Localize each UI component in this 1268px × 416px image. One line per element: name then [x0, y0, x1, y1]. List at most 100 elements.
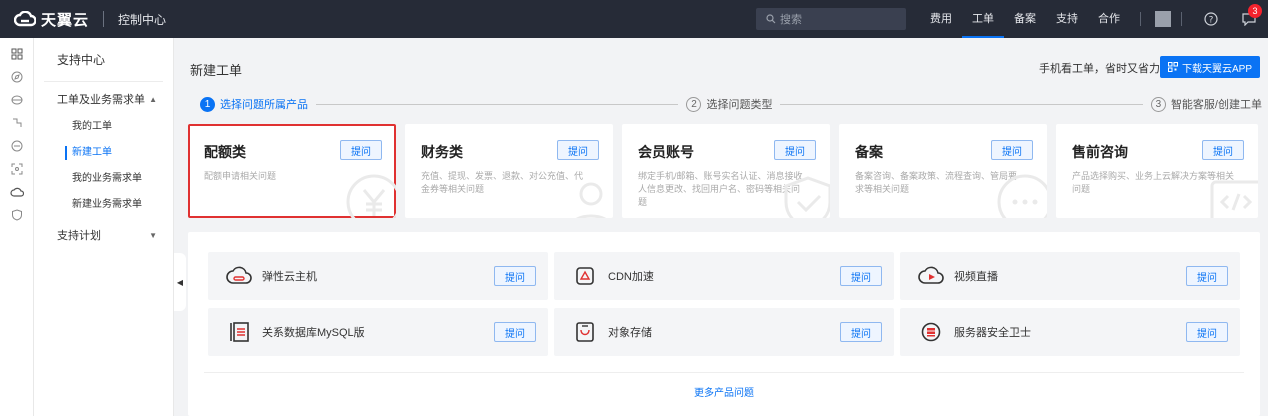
nav-fees[interactable]: 费用 [920, 0, 962, 38]
step-number: 3 [1150, 96, 1166, 112]
more-products-link[interactable]: 更多产品问题 [188, 384, 1260, 399]
nav-divider [1181, 12, 1182, 26]
sidebar-group-label: 支持计划 [57, 230, 101, 242]
cloud-host-icon [226, 266, 252, 284]
database-icon [230, 322, 249, 342]
product-item-live[interactable]: 视频直播 提问 [900, 252, 1240, 300]
yen-icon [346, 174, 396, 218]
nav-support[interactable]: 支持 [1046, 0, 1088, 38]
logo-divider [103, 11, 105, 27]
step-label: 智能客服/创建工单 [1170, 99, 1262, 111]
sidebar-group-support-plan[interactable]: 支持计划 ▼ [34, 220, 173, 250]
avatar[interactable] [1155, 11, 1171, 27]
sidebar-item-my-tickets[interactable]: 我的工单 [34, 114, 173, 140]
product-name: 关系数据库MySQL版 [262, 327, 365, 339]
icon-rail [0, 38, 34, 416]
rail-item-security[interactable] [0, 203, 34, 226]
shield-icon [12, 208, 22, 221]
object-storage-icon [576, 322, 594, 342]
product-panel: 弹性云主机 提问 CDN加速 提问 视频直播 提问 关系数据库MySQL版 提问… [188, 232, 1260, 416]
step-1: 1 选择问题所属产品 [200, 96, 308, 112]
user-icon [576, 182, 606, 218]
ask-button[interactable]: 提问 [1186, 322, 1228, 342]
rail-item-cloud[interactable] [0, 180, 34, 203]
app-tip: 手机看工单，省时又省力 [1039, 63, 1160, 75]
ask-button[interactable]: 提问 [494, 266, 536, 286]
sidebar: 支持中心 工单及业务需求单 ▲ 我的工单 新建工单 我的业务需求单 新建业务需求… [34, 38, 174, 416]
category-title: 备案 [855, 144, 883, 160]
category-card-quota[interactable]: 配额类 配额申请相关问题 提问 [188, 124, 396, 218]
category-title: 会员账号 [638, 144, 694, 160]
product-name: 服务器安全卫士 [954, 327, 1031, 339]
sidebar-item-new-request[interactable]: 新建业务需求单 [34, 192, 173, 218]
ask-button[interactable]: 提问 [494, 322, 536, 342]
ask-button[interactable]: 提问 [991, 140, 1033, 160]
product-item-cdn[interactable]: CDN加速 提问 [554, 252, 894, 300]
cloud-icon [10, 187, 24, 197]
qr-code-icon [1167, 62, 1178, 72]
product-name: 对象存储 [608, 327, 652, 339]
product-name: 弹性云主机 [262, 271, 317, 283]
step-3: 3 智能客服/创建工单 [1150, 96, 1262, 112]
rail-item-monitor[interactable] [0, 134, 34, 157]
disk-icon [11, 95, 23, 104]
ask-button[interactable]: 提问 [340, 140, 382, 160]
ask-button[interactable]: 提问 [1186, 266, 1228, 286]
ask-button[interactable]: 提问 [557, 140, 599, 160]
top-bar: 天翼云 控制中心 搜索 费用 工单 备案 支持 合作 ? 3 [0, 0, 1268, 38]
step-label: 选择问题类型 [706, 99, 773, 111]
sidebar-item-my-requests[interactable]: 我的业务需求单 [34, 166, 173, 192]
server-security-icon [921, 322, 941, 342]
scan-icon [11, 163, 23, 174]
ask-button[interactable]: 提问 [1202, 140, 1244, 160]
product-name: CDN加速 [608, 271, 654, 283]
brand-name: 天翼云 [41, 11, 90, 29]
ask-button[interactable]: 提问 [840, 322, 882, 342]
category-card-filing[interactable]: 备案 备案咨询、备案政策、流程查询、管局要求等相关问题 提问 [839, 124, 1047, 218]
product-item-mysql[interactable]: 关系数据库MySQL版 提问 [208, 308, 548, 356]
brand-logo[interactable]: 天翼云 控制中心 [0, 0, 166, 38]
ask-button[interactable]: 提问 [840, 266, 882, 286]
step-indicator: 1 选择问题所属产品 2 选择问题类型 3 智能客服/创建工单 [200, 94, 1262, 114]
rail-item-network[interactable] [0, 111, 34, 134]
sidebar-item-new-ticket[interactable]: 新建工单 [34, 140, 173, 166]
step-2: 2 选择问题类型 [686, 96, 772, 112]
grid-icon [11, 48, 23, 59]
chevron-down-icon: ▼ [149, 230, 157, 240]
main-content: 新建工单 手机看工单，省时又省力 下载天翼云APP 1 选择问题所属产品 2 选… [176, 38, 1268, 416]
category-card-account[interactable]: 会员账号 绑定手机/邮箱、账号实名认证、消息接收人信息更改、找回用户名、密码等相… [622, 124, 830, 218]
rail-item-storage[interactable] [0, 88, 34, 111]
search-placeholder: 搜索 [780, 14, 802, 26]
cdn-icon [576, 267, 594, 285]
nav-partner[interactable]: 合作 [1088, 0, 1130, 38]
rail-item-compass[interactable] [0, 65, 34, 88]
download-app-button[interactable]: 下载天翼云APP [1159, 56, 1260, 78]
category-title: 售前咨询 [1072, 144, 1128, 160]
rail-item-scan[interactable] [0, 157, 34, 180]
category-card-finance[interactable]: 财务类 充值、提现、发票、退款、对公充值、代金券等相关问题 提问 [405, 124, 613, 218]
sidebar-group-tickets[interactable]: 工单及业务需求单 ▲ [34, 84, 173, 114]
product-item-ecs[interactable]: 弹性云主机 提问 [208, 252, 548, 300]
category-card-presales[interactable]: 售前咨询 产品选择购买、业务上云解决方案等相关问题 提问 [1056, 124, 1258, 218]
compass-icon [11, 71, 23, 82]
rail-item-dashboard[interactable] [0, 42, 34, 65]
nav-tickets[interactable]: 工单 [962, 0, 1004, 38]
ask-button[interactable]: 提问 [774, 140, 816, 160]
chat-dots-icon [997, 174, 1047, 218]
sidebar-group-label: 工单及业务需求单 [57, 94, 145, 106]
notification-badge: 3 [1248, 4, 1262, 18]
step-connector [780, 103, 1143, 105]
category-title: 配额类 [204, 144, 246, 160]
messages-button[interactable]: 3 [1230, 0, 1268, 38]
download-app-label: 下载天翼云APP [1181, 63, 1252, 75]
search-input[interactable]: 搜索 [756, 8, 906, 30]
product-item-server-security[interactable]: 服务器安全卫士 提问 [900, 308, 1240, 356]
nav-filing[interactable]: 备案 [1004, 0, 1046, 38]
step-number: 2 [686, 96, 702, 112]
product-item-oss[interactable]: 对象存储 提问 [554, 308, 894, 356]
sidebar-title: 支持中心 [44, 38, 163, 82]
chevron-up-icon: ▲ [149, 94, 157, 104]
nav-divider [1140, 12, 1141, 26]
help-button[interactable]: ? [1192, 0, 1230, 38]
console-link[interactable]: 控制中心 [118, 11, 166, 28]
